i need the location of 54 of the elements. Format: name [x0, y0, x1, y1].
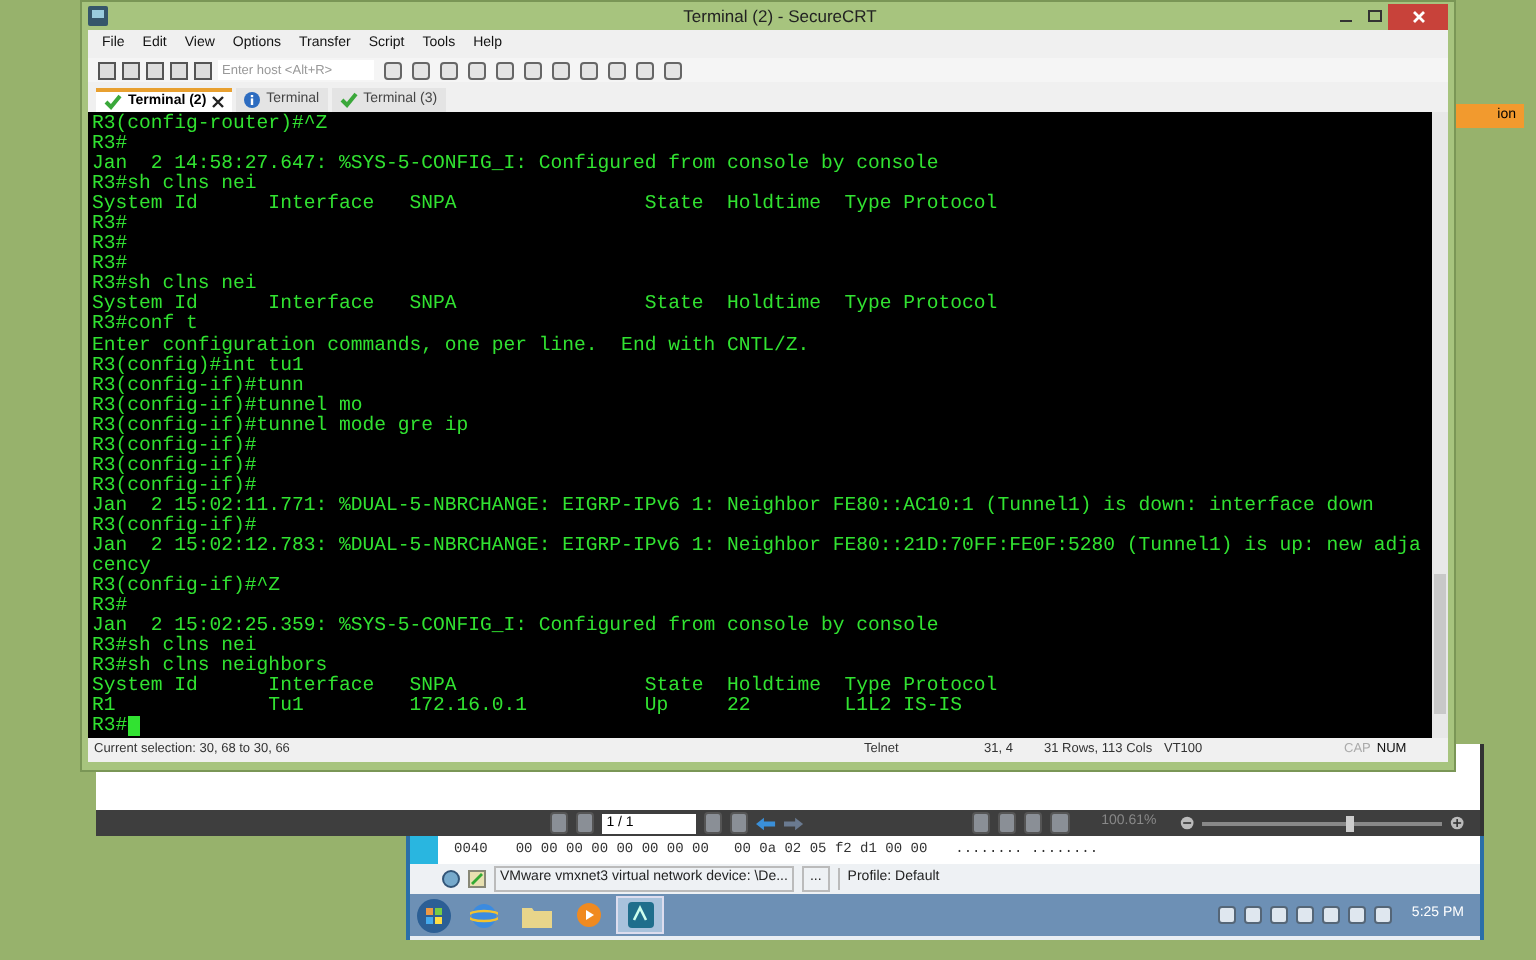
terminal-line: R3(config-if)#tunnel mo: [92, 395, 363, 416]
terminal-app-icon: [627, 902, 653, 928]
back-arrow-icon[interactable]: [756, 815, 777, 831]
terminal-line: R3#sh clns nei: [92, 636, 257, 657]
terminal-line: R3#: [92, 134, 128, 155]
folder-icon: [521, 903, 551, 927]
terminal-line: System Id Interface SNPA State Holdtime Type Protocol: [92, 676, 998, 697]
terminal-line: R3#: [92, 234, 128, 255]
terminal-line: R3#sh clns neighbors: [92, 656, 328, 677]
terminal-line: R3(config-router)#^Z: [92, 114, 328, 135]
taskbar-app-button[interactable]: [616, 896, 664, 934]
checkmark-icon: [339, 92, 358, 108]
terminal-line: R3(config-if)#: [92, 455, 257, 476]
terminal-line: Enter configuration commands, one per line. End with CNTL/Z.: [92, 335, 810, 356]
close-button[interactable]: [1388, 3, 1448, 29]
checkmark-icon: [104, 94, 122, 110]
close-tab-icon[interactable]: [212, 96, 225, 108]
terminal-line: R3(config-if)#: [92, 435, 257, 456]
cursor-block: [127, 716, 140, 737]
terminal-line: Jan 2 14:58:27.647: %SYS-5-CONFIG_I: Configured from console by console: [92, 154, 939, 175]
app-icon[interactable]: [88, 6, 108, 26]
start-orb-icon[interactable]: [416, 897, 452, 933]
terminal-line: R3#: [92, 716, 128, 737]
terminal-line: R3(config-if)#^Z: [92, 576, 281, 597]
terminal-line: cency: [92, 556, 151, 577]
terminal-line: R3(config)#int tu1: [92, 355, 304, 376]
terminal-line: R3(config-if)#tunnel mode gre ip: [92, 415, 469, 436]
terminal-line: R3#sh clns nei: [92, 174, 257, 195]
terminal-line: R3#sh clns nei: [92, 274, 257, 295]
terminal-line: R3(config-if)#: [92, 475, 257, 496]
zoom-in-icon[interactable]: [1449, 814, 1464, 832]
terminal-line: System Id Interface SNPA State Holdtime Type Protocol: [92, 194, 998, 215]
window-title: Terminal (2) - SecureCRT: [683, 3, 877, 29]
sidebar-strip: [410, 836, 438, 864]
terminal-line: R3#conf t: [92, 314, 198, 335]
status-circle-icon: [442, 870, 460, 888]
terminal-line: System Id Interface SNPA State Holdtime Type Protocol: [92, 294, 998, 315]
terminal-line: R3#: [92, 596, 128, 617]
info-icon: [244, 92, 261, 108]
scrollbar[interactable]: [1432, 112, 1448, 738]
terminal-line: Jan 2 15:02:12.783: %DUAL-5-NBRCHANGE: EIGRP-IPv6 1: Neighbor FE80::21D:70FF:FE0F:5280 (Tunnel1) is up: new adja: [92, 535, 1421, 557]
globe-e-icon: [470, 901, 498, 929]
forward-arrow-icon[interactable]: [784, 815, 804, 831]
zoom-out-icon[interactable]: [1180, 814, 1195, 832]
terminal-line: R3#: [92, 214, 128, 235]
terminal-line: R3(config-if)#tunn: [92, 375, 304, 396]
terminal-line: R1 Tu1 172.16.0.1 Up 22 L1L2 IS-IS: [92, 696, 963, 717]
terminal-line: R3#: [92, 254, 128, 275]
terminal-line: R3(config-if)#: [92, 515, 257, 536]
terminal-line: Jan 2 15:02:11.771: %DUAL-5-NBRCHANGE: EIGRP-IPv6 1: Neighbor FE80::AC10:1 (Tunnel1) is down: interface down: [92, 495, 1374, 516]
close-icon: [1411, 9, 1425, 23]
play-icon: [575, 902, 601, 928]
edit-note-icon: [468, 870, 486, 888]
terminal-line: Jan 2 15:02:25.359: %SYS-5-CONFIG_I: Configured from console by console: [92, 616, 939, 637]
